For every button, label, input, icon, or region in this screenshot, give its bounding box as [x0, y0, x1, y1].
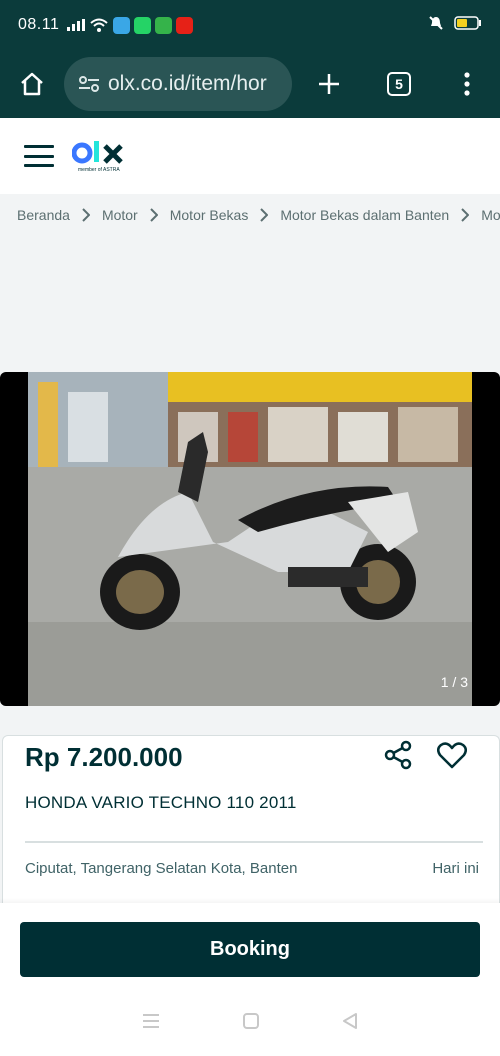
listing-card: Rp 7.200.000 HONDA VARIO TECHNO 110 2011… [2, 735, 500, 903]
status-bar: 08.11 [0, 0, 500, 50]
favorite-button[interactable] [435, 738, 469, 772]
photo-counter: 1 / 3 [440, 674, 468, 690]
youtube-icon [176, 16, 194, 34]
browser-toolbar: olx.co.id/item/hor 5 [0, 50, 500, 118]
home-icon [21, 72, 43, 96]
image-gallery[interactable]: 1 / 3 [0, 372, 500, 706]
address-bar[interactable]: olx.co.id/item/hor [64, 57, 292, 111]
back-icon[interactable] [341, 1012, 359, 1035]
browser-menu-button[interactable] [434, 50, 500, 118]
breadcrumb-item[interactable]: Beranda [17, 207, 70, 223]
tab-count: 5 [387, 72, 411, 96]
listing-posted-date: Hari ini [432, 860, 479, 877]
new-tab-button[interactable] [294, 50, 364, 118]
mute-icon [428, 15, 444, 36]
listing-photo[interactable] [28, 372, 472, 706]
url-text: olx.co.id/item/hor [108, 72, 267, 95]
heart-icon [437, 742, 467, 769]
breadcrumb-item[interactable]: Moto [481, 207, 500, 223]
plus-icon [319, 74, 339, 94]
chevron-right-icon [150, 208, 158, 222]
system-navigation-bar [0, 991, 500, 1056]
home-nav-icon[interactable] [242, 1012, 260, 1035]
home-button[interactable] [0, 50, 64, 118]
listing-title: HONDA VARIO TECHNO 110 2011 [25, 793, 297, 812]
more-vert-icon [464, 72, 470, 96]
logo-subtitle: member of ASTRA [78, 166, 120, 173]
signal-icon [67, 19, 86, 31]
listing-location: Ciputat, Tangerang Selatan Kota, Banten [25, 860, 298, 877]
tab-switcher-button[interactable]: 5 [364, 50, 434, 118]
chevron-right-icon [260, 208, 269, 222]
hamburger-menu-icon[interactable] [24, 145, 54, 167]
listing-price: Rp 7.200.000 [25, 742, 183, 772]
status-time: 08.11 [18, 16, 60, 33]
app-icon [155, 16, 173, 34]
share-icon [384, 740, 412, 770]
app-icon [113, 16, 131, 34]
breadcrumb-item[interactable]: Motor [102, 207, 138, 223]
battery-icon [454, 15, 482, 35]
breadcrumb-item[interactable]: Motor Bekas dalam Banten [280, 207, 449, 223]
olx-logo[interactable]: member of ASTRA [72, 140, 124, 173]
breadcrumb: Beranda Motor Motor Bekas Motor Bekas da… [0, 194, 500, 236]
divider [25, 841, 483, 843]
breadcrumb-item[interactable]: Motor Bekas [170, 207, 249, 223]
booking-button[interactable]: Booking [20, 922, 480, 977]
chevron-right-icon [461, 208, 470, 222]
recent-apps-icon[interactable] [141, 1013, 161, 1034]
share-button[interactable] [381, 738, 415, 772]
site-settings-icon [79, 76, 99, 92]
whatsapp-icon [134, 16, 152, 34]
olx-logo-mark [72, 140, 123, 164]
booking-bar: Booking [0, 903, 500, 991]
site-header: member of ASTRA [0, 118, 500, 194]
chevron-right-icon [82, 208, 90, 222]
wifi-icon [90, 18, 109, 32]
